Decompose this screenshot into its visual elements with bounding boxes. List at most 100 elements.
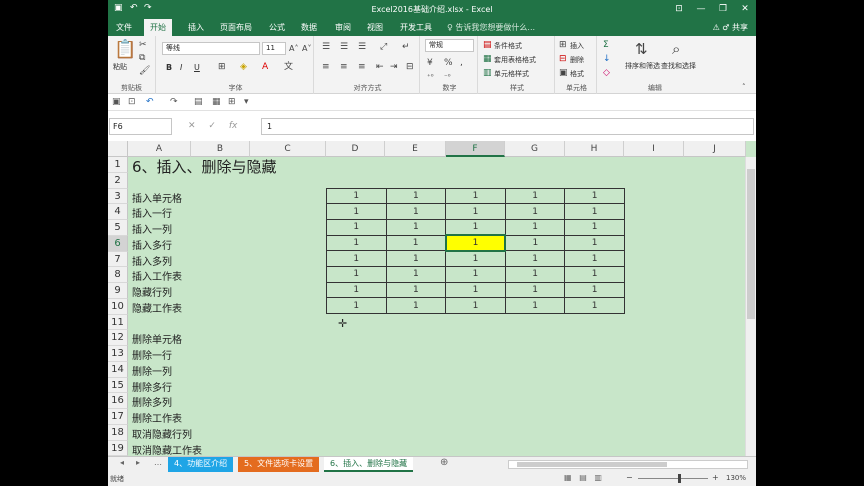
cell-a9[interactable]: 隐藏行列 — [132, 284, 172, 299]
normal-view-icon[interactable]: ▦ — [564, 473, 572, 482]
tell-me-search[interactable]: ♀ 告诉我您想要做什么... — [447, 19, 535, 36]
row-header-19[interactable]: 19 — [108, 440, 128, 456]
formula-input[interactable]: 1 — [261, 118, 754, 135]
cell-f8[interactable]: 1 — [445, 265, 506, 283]
font-color-icon[interactable]: A — [262, 62, 268, 72]
font-name-select[interactable]: 等线 — [162, 42, 260, 55]
cell-a15[interactable]: 删除多行 — [132, 379, 172, 394]
print-preview-icon[interactable]: ⊡ — [128, 97, 136, 107]
restore-button[interactable]: ❐ — [712, 0, 734, 19]
tab-view[interactable]: 视图 — [361, 19, 389, 36]
format-cells-button[interactable]: 格式 — [570, 69, 584, 79]
conditional-format-icon[interactable]: ▤ — [483, 40, 492, 50]
row-header-10[interactable]: 10 — [108, 298, 128, 315]
row-header-17[interactable]: 17 — [108, 409, 128, 425]
align-center-icon[interactable]: ≡ — [340, 62, 348, 72]
close-button[interactable]: ✕ — [734, 0, 756, 19]
cell-e3[interactable]: 1 — [385, 187, 447, 205]
find-select-button[interactable]: 查找和选择 — [661, 61, 696, 71]
zoom-slider[interactable] — [638, 474, 708, 483]
horizontal-scrollbar[interactable] — [508, 460, 748, 469]
row-header-13[interactable]: 13 — [108, 346, 128, 362]
name-box[interactable]: F6 — [109, 118, 172, 135]
column-header-c[interactable]: C — [250, 141, 326, 157]
tab-insert[interactable]: 插入 — [182, 19, 210, 36]
column-header-b[interactable]: B — [191, 141, 250, 157]
cell-h4[interactable]: 1 — [564, 203, 625, 220]
column-header-e[interactable]: E — [385, 141, 446, 157]
tab-file[interactable]: 文件 — [110, 19, 138, 36]
column-header-f[interactable]: F — [446, 141, 505, 157]
tab-review[interactable]: 审阅 — [329, 19, 357, 36]
paste-icon[interactable]: 📋 — [114, 41, 136, 59]
vertical-scroll-thumb[interactable] — [747, 169, 755, 319]
sheet-tab-6[interactable]: 6、插入、删除与隐藏 — [324, 457, 414, 472]
cell-g4[interactable]: 1 — [504, 203, 566, 220]
row-header-11[interactable]: 11 — [108, 314, 128, 331]
border-icon[interactable]: ⊞ — [218, 62, 226, 72]
cell-h6[interactable]: 1 — [564, 234, 625, 252]
format-cells-icon[interactable]: ▣ — [559, 68, 568, 78]
insert-cells-icon[interactable]: ⊞ — [559, 40, 567, 50]
cell-g3[interactable]: 1 — [504, 187, 566, 205]
cell-g5[interactable]: 1 — [504, 218, 566, 236]
undo-icon[interactable]: ↶ — [146, 97, 154, 107]
cell-h5[interactable]: 1 — [564, 218, 625, 236]
decrease-indent-icon[interactable]: ⇤ — [376, 62, 384, 72]
wrap-text-icon[interactable]: ↵ — [402, 42, 410, 52]
format-table-icon[interactable]: ▦ — [483, 54, 492, 64]
cell-a8[interactable]: 插入工作表 — [132, 268, 182, 283]
cell-a4[interactable]: 插入一行 — [132, 205, 172, 220]
cell-f3[interactable]: 1 — [445, 187, 506, 205]
zoom-out-icon[interactable]: − — [626, 473, 633, 482]
bold-button[interactable]: B — [166, 63, 172, 72]
cell-e10[interactable]: 1 — [385, 297, 447, 314]
decrease-decimal-icon[interactable]: ⁻⁰ — [444, 72, 451, 82]
cell-a1[interactable]: 6、插入、删除与隐藏 — [132, 156, 277, 177]
insert-cells-button[interactable]: 插入 — [570, 41, 584, 51]
cell-d7[interactable]: 1 — [326, 250, 387, 267]
share-button[interactable]: ⚠ ♂ 共享 — [713, 19, 748, 36]
zoom-in-icon[interactable]: + — [712, 473, 719, 482]
prev-sheet-icon[interactable]: ◂ — [120, 458, 124, 467]
row-header-18[interactable]: 18 — [108, 424, 128, 441]
column-header-g[interactable]: G — [505, 141, 565, 157]
conditional-format-button[interactable]: 条件格式 — [494, 41, 522, 51]
horizontal-scroll-thumb[interactable] — [517, 462, 667, 467]
zoom-slider-knob[interactable] — [678, 474, 681, 483]
align-right-icon[interactable]: ≡ — [358, 62, 366, 72]
cell-e9[interactable]: 1 — [385, 281, 447, 299]
grow-font-icon[interactable]: A˄ — [289, 44, 298, 54]
tab-formulas[interactable]: 公式 — [263, 19, 291, 36]
cell-g7[interactable]: 1 — [504, 250, 566, 267]
worksheet-grid[interactable]: A B C D E F G H I J 1 6、插入、删除与隐藏 2 3 插入单元格 4 插入一行 5 插入一列 6 插… — [108, 141, 756, 456]
align-top-icon[interactable]: ☰ — [322, 42, 330, 52]
row-header-16[interactable]: 16 — [108, 393, 128, 409]
cell-e8[interactable]: 1 — [385, 265, 447, 283]
save-icon[interactable]: ▣ — [112, 97, 121, 107]
clear-icon[interactable]: ◇ — [603, 68, 610, 78]
font-size-select[interactable]: 11 — [262, 42, 286, 55]
comma-style-icon[interactable]: , — [460, 58, 463, 68]
sort-filter-icon[interactable]: ⇅ — [635, 42, 648, 57]
align-middle-icon[interactable]: ☰ — [340, 42, 348, 52]
form-icon[interactable]: ▤ — [194, 97, 203, 107]
insert-function-icon[interactable]: fx — [229, 121, 238, 131]
cell-f9[interactable]: 1 — [445, 281, 506, 299]
orientation-icon[interactable]: ⤢ — [380, 42, 387, 52]
align-left-icon[interactable]: ≡ — [322, 62, 330, 72]
phonetic-icon[interactable]: 文 — [284, 62, 293, 72]
cell-a18[interactable]: 取消隐藏行列 — [132, 426, 192, 441]
cell-d8[interactable]: 1 — [326, 265, 387, 283]
cell-g6[interactable]: 1 — [504, 234, 566, 252]
cell-e5[interactable]: 1 — [385, 218, 447, 236]
cell-f7[interactable]: 1 — [445, 250, 506, 267]
italic-button[interactable]: I — [180, 63, 182, 72]
sheet-tab-5[interactable]: 5、文件选项卡设置 — [238, 457, 320, 472]
autosum-icon[interactable]: Σ — [603, 40, 609, 50]
copy-icon[interactable]: ⧉ — [139, 53, 145, 63]
cell-d6[interactable]: 1 — [326, 234, 387, 252]
customize-qat-icon[interactable]: ▾ — [244, 97, 249, 107]
row-header-7[interactable]: 7 — [108, 251, 128, 268]
accounting-format-icon[interactable]: ¥ — [427, 58, 433, 68]
